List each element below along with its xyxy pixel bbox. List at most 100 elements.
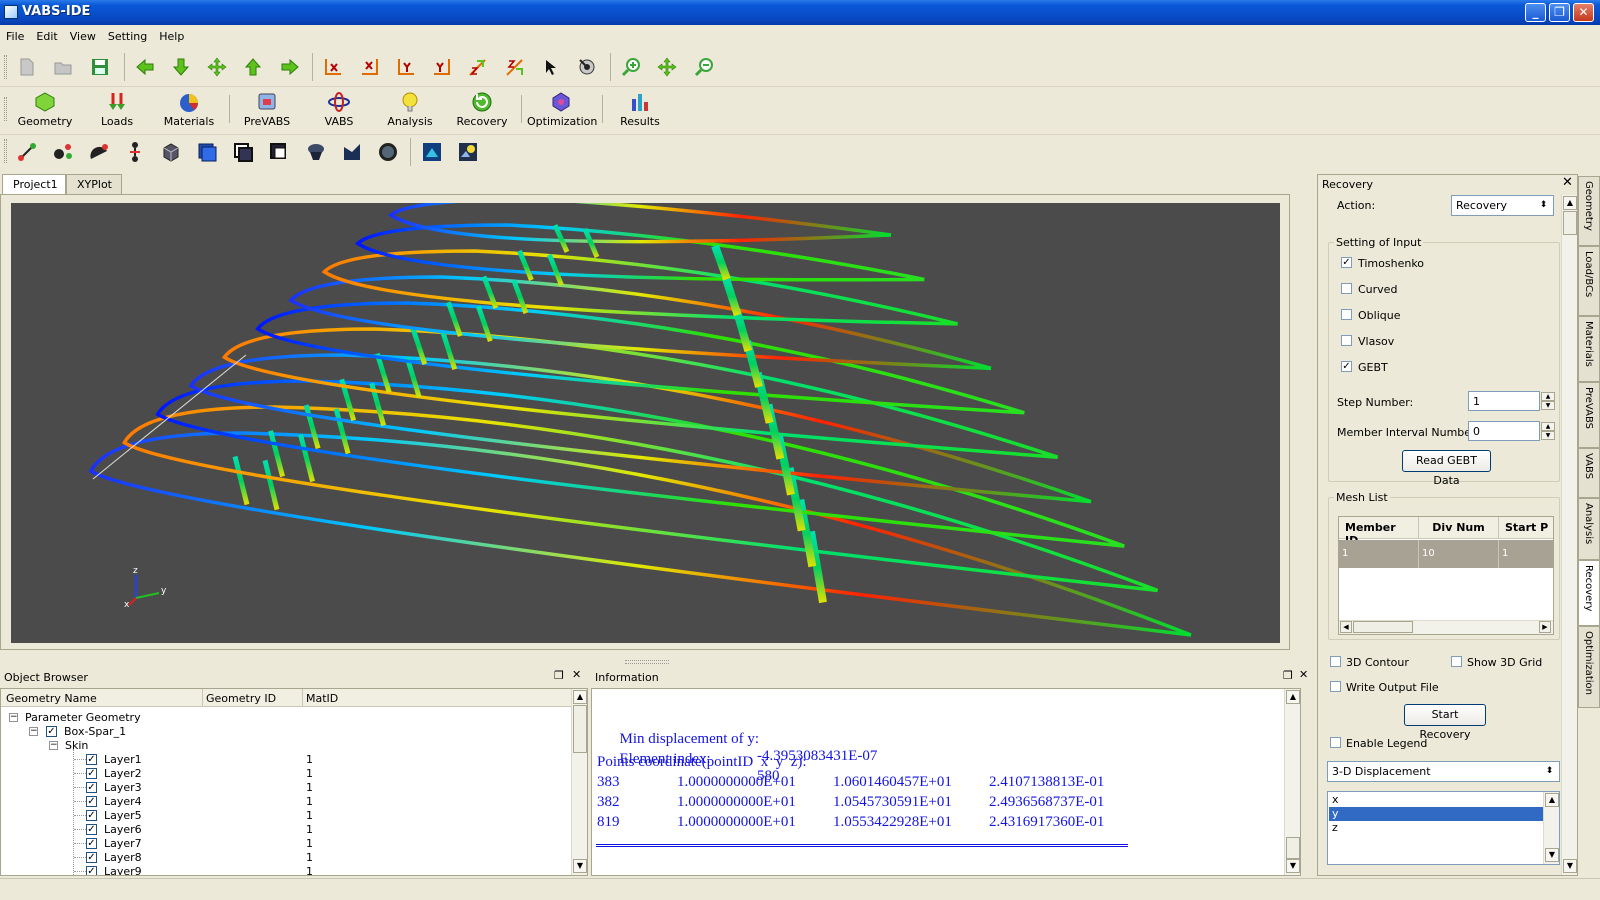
scroll-right-icon[interactable]: ▶ [1539, 621, 1551, 633]
visibility-checkbox[interactable]: ✓ [86, 754, 97, 765]
start-recovery-button[interactable]: Start Recovery [1404, 704, 1486, 741]
tab-project1[interactable]: Project1 [2, 174, 66, 195]
rotate-x-neg-icon[interactable] [360, 57, 380, 77]
scroll-up-icon[interactable]: ▲ [573, 690, 587, 704]
object-browser-scrollbar[interactable]: ▲ ▼ [571, 689, 587, 875]
mesh-cell-start-p[interactable]: 1 [1499, 540, 1553, 568]
toolbar-grip[interactable] [4, 97, 7, 121]
scroll-thumb[interactable] [573, 705, 587, 753]
tree-item-layer[interactable]: ✓ Layer5 1 [1, 809, 555, 823]
visibility-checkbox[interactable]: ✓ [86, 852, 97, 863]
materials-module-button[interactable]: Materials [156, 91, 222, 131]
splitter-handle[interactable] [625, 660, 669, 664]
arrow-up-icon[interactable] [243, 57, 263, 77]
collapse-icon[interactable]: − [49, 741, 58, 750]
col-geometry-name[interactable]: Geometry Name [6, 692, 97, 705]
side-tab-recovery[interactable]: Recovery [1578, 560, 1600, 626]
create-cylinder-icon[interactable] [305, 141, 327, 163]
side-tab-load-bcs[interactable]: Load/BCs [1578, 246, 1600, 316]
option-checkbox[interactable] [1341, 283, 1352, 294]
toolbar-grip[interactable] [4, 139, 7, 163]
component-z[interactable]: z [1329, 821, 1545, 835]
arrow-down-icon[interactable] [171, 57, 191, 77]
scroll-thumb[interactable] [1286, 837, 1300, 859]
information-close-button[interactable]: ✕ [1299, 668, 1308, 681]
col-div-num[interactable]: Div Num [1419, 517, 1499, 539]
scroll-thumb[interactable] [1353, 621, 1413, 633]
read-gebt-data-button[interactable]: Read GEBT Data [1402, 450, 1491, 487]
mesh-list-table[interactable]: Member ID Div Num Start P 1 10 1 ◀ ▶ [1338, 516, 1554, 635]
step-number-input[interactable]: 1 ▲ ▼ [1468, 391, 1555, 411]
menu-setting[interactable]: Setting [102, 27, 153, 43]
wing-model-render[interactable]: z y x [11, 197, 1280, 643]
component-list[interactable]: x y z ▲ ▼ [1327, 791, 1560, 865]
side-tab-vabs[interactable]: VABS [1578, 448, 1600, 498]
vabs-module-button[interactable]: VABS [306, 91, 372, 131]
tree-item-layer[interactable]: ✓ Layer2 1 [1, 767, 555, 781]
visibility-checkbox[interactable]: ✓ [86, 810, 97, 821]
optimization-module-button[interactable]: Optimization [527, 91, 597, 131]
scroll-thumb[interactable] [1563, 211, 1577, 235]
option-checkbox[interactable]: ✓ [1341, 257, 1352, 268]
scroll-left-icon[interactable]: ◀ [1340, 621, 1352, 633]
tree-item-layer[interactable]: ✓ Layer8 1 [1, 851, 555, 865]
write-output-file-checkbox[interactable] [1330, 681, 1341, 692]
menu-view[interactable]: View [64, 27, 102, 43]
zoom-out-icon[interactable] [694, 57, 714, 77]
information-scrollbar[interactable]: ▲ ▼ [1284, 689, 1300, 875]
zoom-in-icon[interactable] [621, 57, 641, 77]
tree-item-layer[interactable]: ✓ Layer4 1 [1, 795, 555, 809]
visibility-checkbox[interactable]: ✓ [86, 782, 97, 793]
minimize-button[interactable]: _ [1525, 3, 1546, 22]
option-checkbox[interactable] [1341, 309, 1352, 320]
step-down-icon[interactable]: ▼ [1541, 401, 1555, 410]
create-web-icon[interactable] [268, 141, 290, 163]
create-spline-icon[interactable] [124, 141, 146, 163]
collapse-icon[interactable]: − [29, 727, 38, 736]
tree-item-skin[interactable]: − Skin [1, 739, 555, 753]
col-member-id[interactable]: Member ID [1339, 517, 1419, 547]
tab-xyplot[interactable]: XYPlot [66, 174, 122, 194]
geometry-module-button[interactable]: Geometry [12, 91, 78, 131]
scroll-down-icon[interactable]: ▼ [1286, 859, 1300, 873]
create-layer-icon[interactable] [232, 141, 254, 163]
collapse-icon[interactable]: − [9, 713, 18, 722]
col-start-p[interactable]: Start P [1499, 517, 1553, 539]
open-file-icon[interactable] [53, 57, 73, 77]
scroll-up-icon[interactable]: ▲ [1545, 793, 1559, 807]
close-button[interactable]: ✕ [1573, 3, 1594, 22]
information-output[interactable]: Min displacement of y: -4.3953083431E-07… [591, 688, 1301, 876]
create-airfoil-icon[interactable] [341, 141, 363, 163]
pan-icon[interactable] [657, 57, 677, 77]
member-up-icon[interactable]: ▲ [1541, 422, 1555, 431]
move-all-icon[interactable] [207, 57, 227, 77]
analysis-module-button[interactable]: Analysis [377, 91, 443, 131]
show-3d-grid-checkbox[interactable] [1451, 656, 1462, 667]
mesh-view-icon[interactable] [457, 141, 479, 163]
create-arc-icon[interactable] [88, 141, 110, 163]
recovery-panel-close-button[interactable]: ✕ [1562, 175, 1573, 190]
prevabs-module-button[interactable]: PreVABS [234, 91, 300, 131]
rotate-z-neg-icon[interactable] [505, 57, 525, 77]
recovery-panel-scrollbar[interactable]: ▲ ▼ [1561, 195, 1577, 875]
visibility-checkbox[interactable]: ✓ [46, 726, 57, 737]
member-interval-input[interactable]: 0 ▲ ▼ [1468, 421, 1555, 441]
pick-camera-icon[interactable] [577, 57, 597, 77]
scroll-up-icon[interactable]: ▲ [1563, 196, 1577, 210]
tree-item-layer[interactable]: ✓ Layer6 1 [1, 823, 555, 837]
rotate-y-icon[interactable] [396, 57, 416, 77]
visibility-checkbox[interactable]: ✓ [86, 824, 97, 835]
tree-item-layer[interactable]: ✓ Layer1 1 [1, 753, 555, 767]
side-tab-analysis[interactable]: Analysis [1578, 498, 1600, 560]
menu-file[interactable]: File [0, 27, 30, 43]
scroll-down-icon[interactable]: ▼ [1563, 859, 1577, 873]
col-mat-id[interactable]: MatID [306, 692, 338, 705]
menu-edit[interactable]: Edit [30, 27, 63, 43]
member-down-icon[interactable]: ▼ [1541, 431, 1555, 440]
tree-item-layer[interactable]: ✓ Layer9 1 [1, 865, 555, 875]
scroll-down-icon[interactable]: ▼ [573, 859, 587, 873]
option-checkbox[interactable]: ✓ [1341, 361, 1352, 372]
scroll-down-icon[interactable]: ▼ [1545, 848, 1559, 862]
menu-help[interactable]: Help [153, 27, 190, 43]
3d-contour-checkbox[interactable] [1330, 656, 1341, 667]
